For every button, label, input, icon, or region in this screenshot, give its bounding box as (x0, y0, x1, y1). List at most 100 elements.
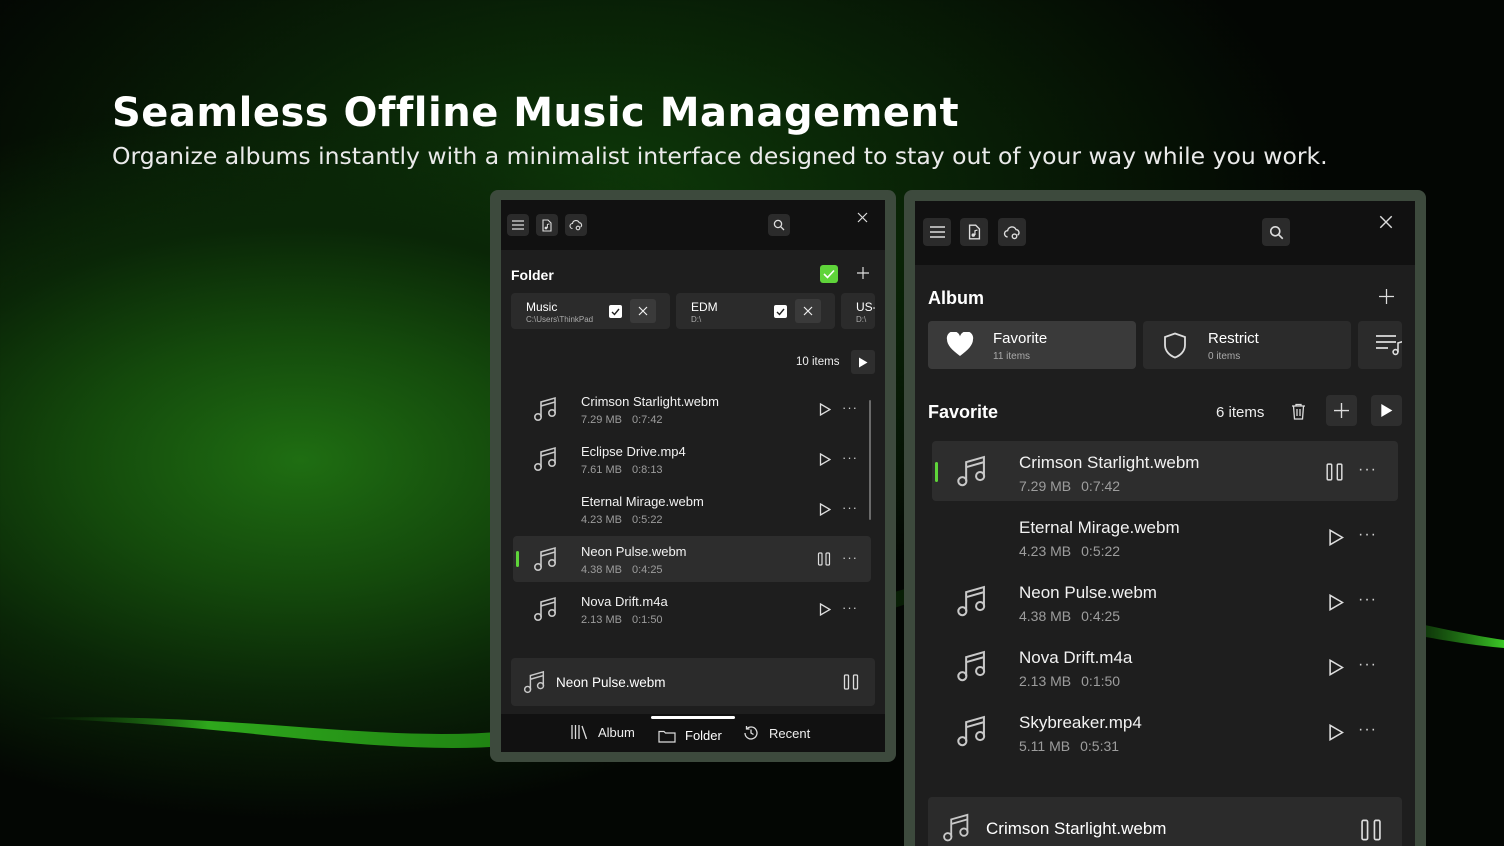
track-meta: 4.23 MB 0:5:22 (581, 514, 663, 526)
menu-button[interactable] (923, 218, 951, 246)
close-button[interactable] (1375, 211, 1397, 233)
track-row[interactable]: Crimson Starlight.webm 7.29 MB 0:7:42 ··· (513, 386, 871, 432)
track-row[interactable]: Nova Drift.m4a 2.13 MB 0:1:50 ··· (513, 586, 871, 632)
more-options-icon[interactable]: ··· (842, 500, 858, 515)
play-icon[interactable] (819, 453, 831, 466)
track-size: 2.13 MB (581, 614, 622, 626)
album-card-restrict[interactable]: Restrict 0 items (1143, 321, 1351, 369)
pause-icon[interactable] (1325, 463, 1344, 481)
play-icon[interactable] (819, 403, 831, 416)
folder-chip-remove-button[interactable] (630, 299, 656, 323)
track-row[interactable]: Eclipse Drive.mp4 7.61 MB 0:8:13 ··· (513, 436, 871, 482)
folder-chip-checkbox[interactable] (774, 305, 787, 318)
more-options-icon[interactable]: ··· (1358, 721, 1377, 739)
track-row[interactable]: Skybreaker.mp4 5.11 MB 0:5:31 ··· (932, 701, 1398, 761)
close-icon (638, 306, 648, 316)
play-icon[interactable] (1328, 529, 1344, 546)
add-album-button[interactable] (1376, 286, 1396, 306)
track-name: Eternal Mirage.webm (1019, 518, 1180, 537)
folder-chip-remove-button[interactable] (795, 299, 821, 323)
folder-all-checkbox[interactable] (820, 265, 838, 283)
pause-icon[interactable] (843, 674, 859, 690)
track-name: Nova Drift.m4a (581, 594, 668, 609)
track-row[interactable]: Nova Drift.m4a 2.13 MB 0:1:50 ··· (932, 636, 1398, 696)
hero-subtitle: Organize albums instantly with a minimal… (112, 142, 1328, 170)
close-icon (803, 306, 813, 316)
folder-chip-path: D:\ (691, 315, 702, 324)
left-titlebar (501, 200, 885, 250)
hero-title: Seamless Offline Music Management (112, 90, 960, 136)
nav-folder[interactable]: Folder (658, 728, 722, 743)
play-all-button[interactable] (851, 350, 875, 374)
check-icon (611, 308, 620, 316)
play-icon[interactable] (819, 503, 831, 516)
track-duration: 0:4:25 (1081, 608, 1121, 624)
more-options-icon[interactable]: ··· (1358, 461, 1377, 479)
scrollbar[interactable] (869, 400, 871, 520)
add-folder-button[interactable] (854, 264, 872, 282)
menu-button[interactable] (507, 214, 529, 236)
right-app-window: Album Favorite 11 items Restrict 0 items… (915, 201, 1415, 846)
right-titlebar (915, 201, 1415, 265)
more-options-icon[interactable]: ··· (842, 550, 858, 565)
album-card-playlist[interactable] (1358, 321, 1402, 369)
nav-album[interactable]: Album (571, 724, 635, 740)
play-icon[interactable] (819, 603, 831, 616)
more-options-icon[interactable]: ··· (842, 600, 858, 615)
track-row-playing[interactable]: Crimson Starlight.webm 7.29 MB 0:7:42 ··· (932, 441, 1398, 501)
pause-icon[interactable] (1360, 819, 1382, 841)
more-options-icon[interactable]: ··· (1358, 656, 1377, 674)
add-file-button[interactable] (536, 214, 558, 236)
music-note-icon (957, 650, 986, 682)
plus-icon (857, 267, 869, 279)
cloud-settings-button[interactable] (565, 214, 587, 236)
close-button[interactable] (853, 208, 871, 226)
track-row[interactable]: Eternal Mirage.webm 4.23 MB 0:5:22 ··· (513, 486, 871, 532)
play-icon[interactable] (1328, 659, 1344, 676)
track-meta: 4.38 MB 0:4:25 (581, 564, 663, 576)
more-options-icon[interactable]: ··· (842, 400, 858, 415)
more-options-icon[interactable]: ··· (842, 450, 858, 465)
folder-chip-edm[interactable]: EDM D:\ (676, 293, 835, 329)
album-card-favorite[interactable]: Favorite 11 items (928, 321, 1136, 369)
search-icon (1269, 225, 1283, 239)
play-all-button[interactable] (1371, 395, 1402, 426)
close-icon (857, 212, 867, 222)
album-card-name: Restrict (1208, 330, 1259, 347)
folder-chip-music[interactable]: Music C:\Users\ThinkPad (511, 293, 670, 329)
track-row[interactable]: Eternal Mirage.webm 4.23 MB 0:5:22 ··· (932, 506, 1398, 566)
track-row[interactable]: Neon Pulse.webm 4.38 MB 0:4:25 ··· (932, 571, 1398, 631)
track-name: Neon Pulse.webm (1019, 583, 1157, 602)
check-icon (776, 308, 785, 316)
folder-chip-path: D:\ (856, 315, 867, 324)
music-note-icon (533, 446, 557, 471)
add-track-button[interactable] (1326, 395, 1357, 426)
trash-icon (1291, 403, 1305, 420)
now-playing-bar[interactable]: Crimson Starlight.webm (928, 797, 1402, 846)
folder-chip-us[interactable]: US- D:\ (841, 293, 875, 329)
more-options-icon[interactable]: ··· (1358, 526, 1377, 544)
folder-chip-name: Music (526, 300, 558, 314)
play-icon (1381, 404, 1393, 417)
now-playing-bar[interactable]: Neon Pulse.webm (511, 658, 875, 706)
add-file-button[interactable] (960, 218, 988, 246)
nav-recent-label: Recent (769, 725, 811, 741)
more-options-icon[interactable]: ··· (1358, 591, 1377, 609)
play-icon[interactable] (1328, 724, 1344, 741)
folder-chip-checkbox[interactable] (609, 305, 622, 318)
search-button[interactable] (1262, 218, 1290, 246)
search-button[interactable] (768, 214, 790, 236)
bottom-nav: Album Folder Recent (501, 714, 885, 752)
nav-recent[interactable]: Recent (742, 724, 810, 742)
track-meta: 4.23 MB 0:5:22 (1019, 543, 1120, 559)
delete-button[interactable] (1286, 399, 1310, 423)
favorite-list-title: Favorite (928, 402, 999, 422)
pause-icon[interactable] (817, 552, 831, 566)
track-row-playing[interactable]: Neon Pulse.webm 4.38 MB 0:4:25 ··· (513, 536, 871, 582)
track-duration: 0:4:25 (631, 564, 663, 576)
play-icon[interactable] (1328, 594, 1344, 611)
track-meta: 7.61 MB 0:8:13 (581, 464, 663, 476)
music-note-icon (943, 813, 969, 842)
left-app-window: Folder Music C:\Users\ThinkPad EDM D:\ U… (501, 200, 885, 752)
cloud-settings-button[interactable] (998, 218, 1026, 246)
